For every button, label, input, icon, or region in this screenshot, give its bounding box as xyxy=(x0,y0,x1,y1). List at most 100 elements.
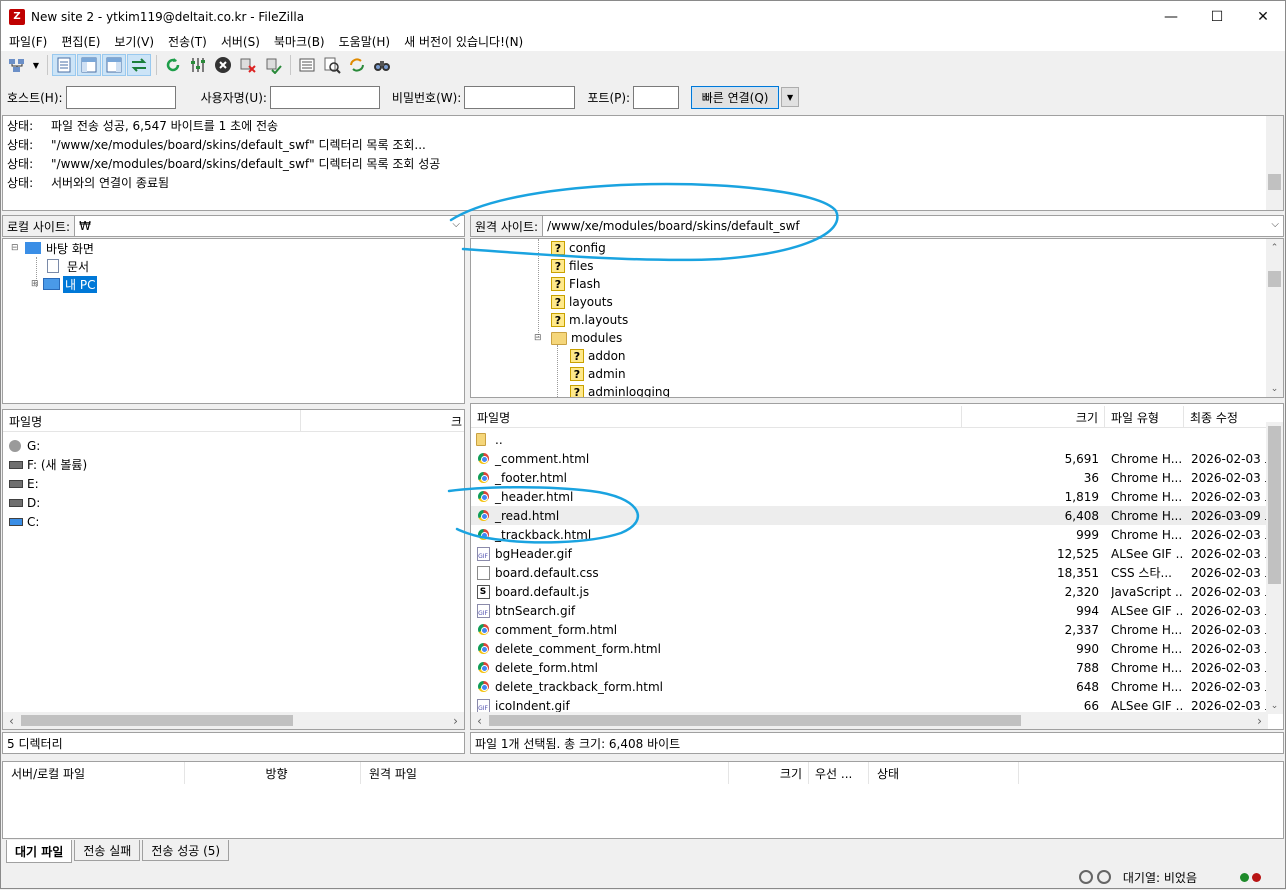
menu-new-version[interactable]: 새 버전이 있습니다!(N) xyxy=(396,33,529,50)
tree-item-adminlogging[interactable]: ? adminlogging xyxy=(570,383,670,397)
queue-col-priority[interactable]: 우선 ... xyxy=(809,762,869,784)
tree-item-config[interactable]: ? config xyxy=(551,239,606,257)
tree-item-flash[interactable]: ? Flash xyxy=(551,275,600,293)
drive-row-e[interactable]: E: xyxy=(9,474,464,493)
chevron-down-icon[interactable]: ⌵ xyxy=(452,219,460,230)
port-input[interactable] xyxy=(633,85,680,109)
tree-item-desktop[interactable]: ⊟ 바탕 화면 xyxy=(11,239,94,257)
column-filename[interactable]: 파일명 xyxy=(471,406,962,428)
remote-list-hscrollbar[interactable]: ‹ › xyxy=(471,712,1268,729)
scroll-up-icon[interactable]: ⌃ xyxy=(1266,239,1283,256)
tree-item-documents[interactable]: 문서 xyxy=(47,257,89,275)
scroll-down-icon[interactable]: ⌄ xyxy=(1266,697,1283,714)
expand-icon[interactable]: ⊞ xyxy=(31,279,43,289)
table-row[interactable]: delete_trackback_form.html 648 Chrome H...… xyxy=(471,677,1268,696)
menu-view[interactable]: 보기(V) xyxy=(106,33,160,50)
scroll-left-icon[interactable]: ‹ xyxy=(3,712,20,729)
scroll-right-icon[interactable]: › xyxy=(447,712,464,729)
collapse-icon[interactable]: ⊟ xyxy=(534,333,551,343)
tab-successful-transfers[interactable]: 전송 성공 (5) xyxy=(142,840,230,861)
scroll-thumb[interactable] xyxy=(489,715,1021,726)
search-remote-button[interactable] xyxy=(370,54,394,76)
table-row[interactable]: board.default.css 18,351 CSS 스타... 2026-02-… xyxy=(471,563,1268,582)
tree-item-my-pc[interactable]: ⊞ 내 PC xyxy=(31,275,98,293)
queue-col-status[interactable]: 상태 xyxy=(869,762,1019,784)
table-row[interactable]: _read.html 6,408 Chrome H... 2026-03-09 오 xyxy=(471,506,1268,525)
username-input[interactable] xyxy=(269,85,380,109)
scroll-thumb[interactable] xyxy=(1268,426,1281,584)
column-filename[interactable]: 파일명 xyxy=(3,410,301,432)
table-row[interactable]: GIF bgHeader.gif 12,525 ALSee GIF ... 2026-0… xyxy=(471,544,1268,563)
table-row[interactable]: delete_form.html 788 Chrome H... 2026-02-03… xyxy=(471,658,1268,677)
table-row[interactable]: _trackback.html 999 Chrome H... 2026-02-03 … xyxy=(471,525,1268,544)
menu-transfer[interactable]: 전송(T) xyxy=(160,33,213,50)
column-size[interactable]: 크 xyxy=(301,410,464,432)
toggle-remote-tree-button[interactable] xyxy=(102,54,126,76)
minimize-button[interactable]: — xyxy=(1148,1,1194,32)
tab-failed-transfers[interactable]: 전송 실패 xyxy=(74,840,141,861)
quickconnect-history-button[interactable]: ▼ xyxy=(781,87,800,107)
queue-col-remote[interactable]: 원격 파일 xyxy=(361,762,729,784)
drive-row-g[interactable]: G: xyxy=(9,436,464,455)
table-row[interactable]: comment_form.html 2,337 Chrome H... 2026-02… xyxy=(471,620,1268,639)
local-list-hscrollbar[interactable]: ‹ › xyxy=(3,712,464,729)
password-input[interactable] xyxy=(464,85,576,109)
scroll-thumb[interactable] xyxy=(1268,271,1281,287)
column-modified[interactable]: 최종 수정 xyxy=(1184,406,1268,428)
table-row[interactable]: GIF btnSearch.gif 994 ALSee GIF ... 2026-02-… xyxy=(471,601,1268,620)
queue-col-size[interactable]: 크기 xyxy=(729,762,809,784)
host-input[interactable] xyxy=(65,85,176,109)
menu-bookmarks[interactable]: 북마크(B) xyxy=(266,33,331,50)
log-scrollbar[interactable] xyxy=(1266,116,1283,210)
directory-filter-button[interactable] xyxy=(295,54,319,76)
remote-tree-scrollbar[interactable]: ⌃ ⌄ xyxy=(1266,239,1283,397)
remote-site-path[interactable]: /www/xe/modules/board/skins/default_swf ⌵ xyxy=(543,215,1284,237)
drive-row-f[interactable]: F: (새 볼륨) xyxy=(9,455,464,474)
site-manager-dropdown-button[interactable]: ▼ xyxy=(30,54,42,76)
toggle-transfer-queue-button[interactable] xyxy=(127,54,151,76)
chevron-down-icon[interactable]: ⌵ xyxy=(1271,219,1279,230)
cancel-operation-button[interactable] xyxy=(211,54,235,76)
quickconnect-button[interactable]: 빠른 연결(Q) xyxy=(691,85,780,109)
queue-col-direction[interactable]: 방향 xyxy=(185,762,361,784)
tree-item-files[interactable]: ? files xyxy=(551,257,594,275)
tree-item-m-layouts[interactable]: ? m.layouts xyxy=(551,311,628,329)
table-row[interactable]: .. xyxy=(471,430,1268,449)
remote-list-vscrollbar[interactable]: ⌄ xyxy=(1266,422,1283,714)
column-size[interactable]: 크기 xyxy=(962,406,1105,428)
toggle-local-tree-button[interactable] xyxy=(77,54,101,76)
table-row[interactable]: Sboard.default.js 2,320 JavaScript ... 2026… xyxy=(471,582,1268,601)
collapse-icon[interactable]: ⊟ xyxy=(11,243,21,253)
reconnect-button[interactable] xyxy=(261,54,285,76)
queue-col-server-local[interactable]: 서버/로컬 파일 xyxy=(3,762,185,784)
tree-item-layouts[interactable]: ? layouts xyxy=(551,293,613,311)
table-row[interactable]: _footer.html 36 Chrome H... 2026-02-03 오 xyxy=(471,468,1268,487)
scroll-right-icon[interactable]: › xyxy=(1251,712,1268,729)
column-filetype[interactable]: 파일 유형 xyxy=(1105,406,1184,428)
tab-queued-files[interactable]: 대기 파일 xyxy=(6,840,73,863)
table-row[interactable]: _comment.html 5,691 Chrome H... 2026-02-03 … xyxy=(471,449,1268,468)
maximize-button[interactable]: ☐ xyxy=(1194,1,1240,32)
menu-file[interactable]: 파일(F) xyxy=(1,33,53,50)
process-queue-button[interactable] xyxy=(186,54,210,76)
toggle-message-log-button[interactable] xyxy=(52,54,76,76)
speed-limit-icon[interactable] xyxy=(1096,870,1111,884)
drive-row-c[interactable]: C: xyxy=(9,512,464,531)
drive-row-d[interactable]: D: xyxy=(9,493,464,512)
scroll-down-icon[interactable]: ⌄ xyxy=(1266,380,1283,397)
scroll-thumb[interactable] xyxy=(1268,174,1281,190)
site-manager-button[interactable] xyxy=(5,54,29,76)
menu-edit[interactable]: 편집(E) xyxy=(53,33,106,50)
close-button[interactable]: ✕ xyxy=(1240,1,1286,32)
table-row[interactable]: delete_comment_form.html 990 Chrome H... 20… xyxy=(471,639,1268,658)
tree-item-admin[interactable]: ? admin xyxy=(570,365,626,383)
disconnect-button[interactable] xyxy=(236,54,260,76)
scroll-left-icon[interactable]: ‹ xyxy=(471,712,488,729)
tree-item-modules[interactable]: ⊟ modules xyxy=(534,329,622,347)
table-row[interactable]: _header.html 1,819 Chrome H... 2026-02-03 오 xyxy=(471,487,1268,506)
tree-item-addon[interactable]: ? addon xyxy=(570,347,626,365)
refresh-button[interactable] xyxy=(161,54,185,76)
menu-help[interactable]: 도움말(H) xyxy=(331,33,397,50)
sync-browsing-button[interactable] xyxy=(345,54,369,76)
local-site-path[interactable]: ₩ ⌵ xyxy=(75,215,465,237)
